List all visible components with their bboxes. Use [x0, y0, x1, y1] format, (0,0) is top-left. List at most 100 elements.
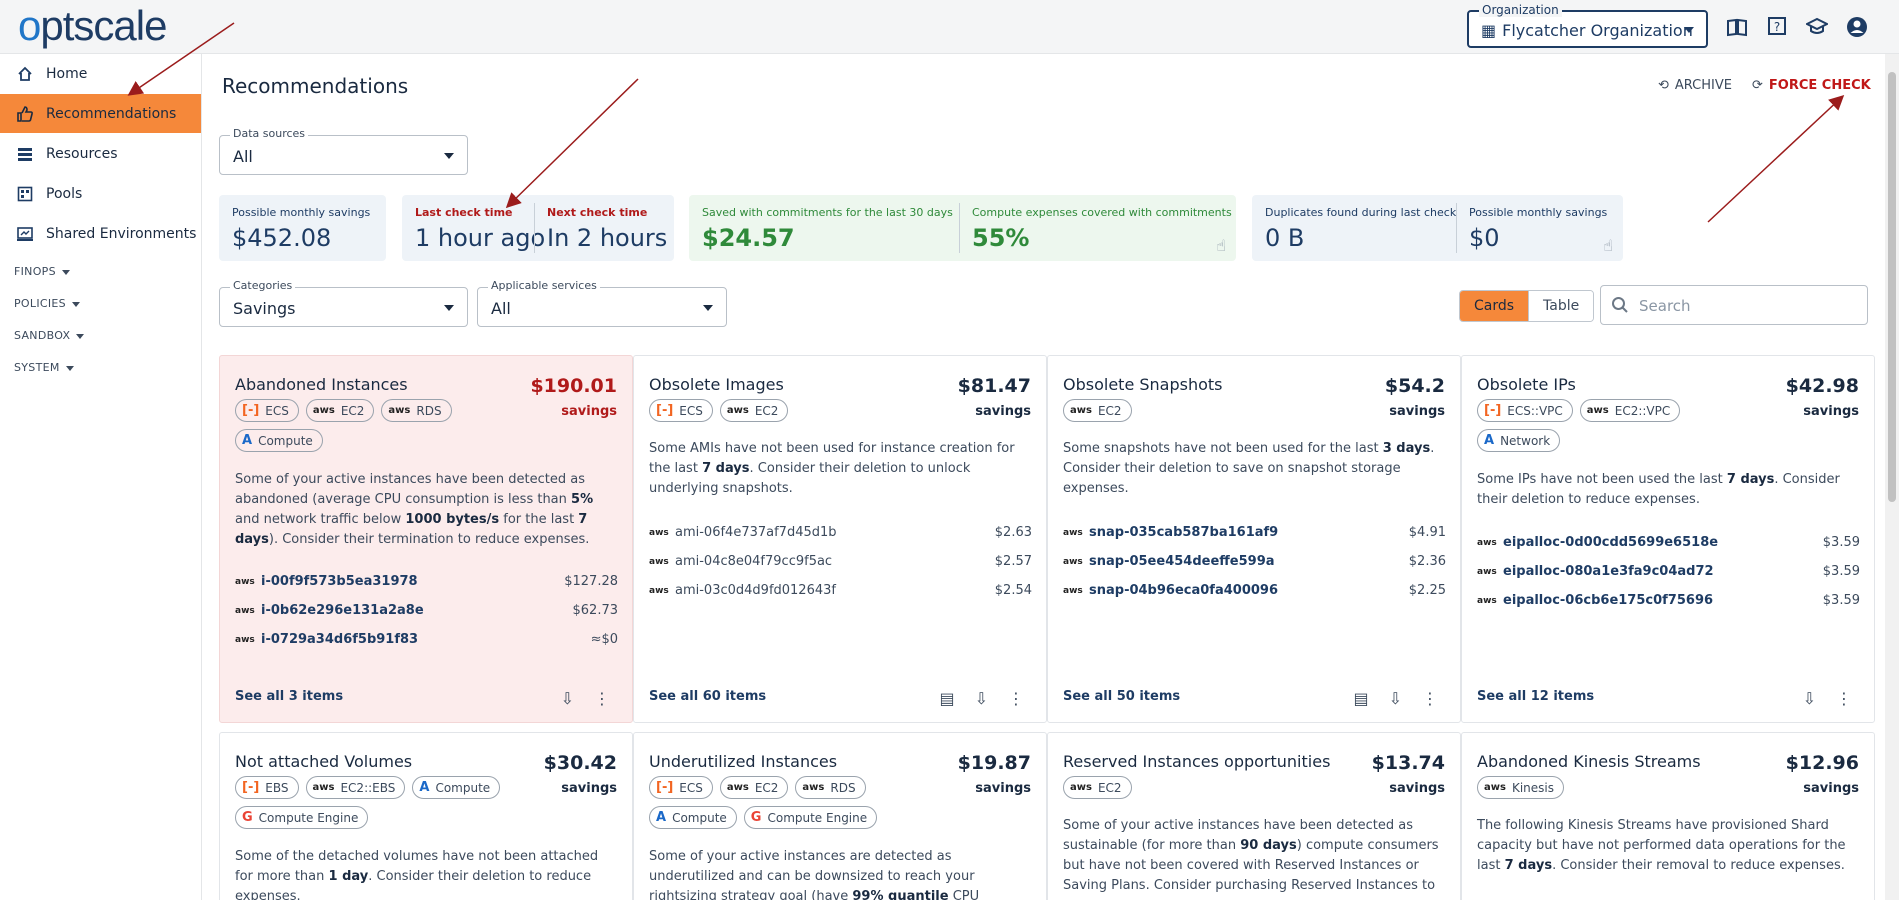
categories-select[interactable]: Categories Savings [219, 279, 468, 327]
resource-row: aws snap-04b96eca0fa400096 $2.25 [1063, 583, 1446, 598]
refresh-icon: ⟳ [1752, 78, 1763, 93]
service-chips: aws Kinesis [1477, 776, 1757, 799]
search-box [1600, 285, 1868, 325]
duplicates-card[interactable]: Duplicates found during last check 0 B P… [1252, 195, 1623, 261]
sidebar-item-shared-environments[interactable]: Shared Environments [0, 214, 201, 253]
organization-select[interactable]: Organization ▦ Flycatcher Organization [1467, 3, 1708, 48]
alibaba-icon: [-] [656, 403, 674, 418]
commitments-covered-value: 55% [972, 224, 1030, 252]
document-icon[interactable]: ▤ [1353, 689, 1368, 708]
applicable-services-select[interactable]: Applicable services All [477, 279, 727, 327]
resource-row: aws snap-05ee454deeffe599a $2.36 [1063, 554, 1446, 569]
card-description: Some IPs have not been used the last 7 d… [1477, 472, 1840, 507]
service-chip: aws Kinesis [1477, 776, 1564, 799]
service-chips: [-] ECS aws EC2 aws RDS A Compute [235, 399, 515, 452]
resource-link[interactable]: i-00f9f573b5ea31978 [261, 574, 418, 589]
resource-link[interactable]: snap-05ee454deeffe599a [1089, 554, 1275, 569]
duplicates-savings-value: $0 [1469, 224, 1500, 252]
page-scrollbar[interactable] [1885, 54, 1899, 900]
resource-row: aws eipalloc-080a1e3fa9c04ad72 $3.59 [1477, 564, 1860, 579]
service-chips: aws EC2 [1063, 399, 1343, 422]
alibaba-icon: [-] [1484, 403, 1502, 418]
service-chips: [-] EBS aws EC2::EBS A Compute G Compute Eng… [235, 776, 535, 829]
sidebar-group-finops[interactable]: FINOPS [14, 265, 70, 278]
card-description: The following Kinesis Streams have provi… [1477, 818, 1846, 873]
recommendation-card-obsolete-ips: Obsolete IPs $42.98 savings [-] ECS::VPC … [1461, 355, 1875, 723]
chevron-down-icon [1684, 27, 1694, 33]
duplicates-value: 0 B [1265, 224, 1305, 252]
cards-view-button[interactable]: Cards [1460, 291, 1529, 321]
card-savings-value: $81.47 [957, 375, 1031, 397]
alibaba-icon: [-] [656, 780, 674, 795]
see-all-link[interactable]: See all 12 items [1477, 689, 1594, 704]
resource-link[interactable]: snap-04b96eca0fa400096 [1089, 583, 1278, 598]
home-icon [14, 63, 36, 85]
service-chip: aws RDS [795, 776, 866, 799]
document-icon[interactable]: ▤ [939, 689, 954, 708]
resource-link[interactable]: eipalloc-0d00cdd5699e6518e [1503, 535, 1718, 550]
account-icon[interactable] [1846, 16, 1868, 38]
download-icon[interactable]: ⇩ [1803, 689, 1816, 708]
pointer-hand-icon: ☝ [1216, 236, 1226, 255]
service-chip: [-] ECS [649, 399, 713, 422]
more-menu-icon[interactable]: ⋮ [1008, 689, 1024, 708]
resource-link[interactable]: eipalloc-080a1e3fa9c04ad72 [1503, 564, 1714, 579]
service-chip: [-] EBS [235, 776, 299, 799]
download-icon[interactable]: ⇩ [975, 689, 988, 708]
search-input[interactable] [1639, 294, 1859, 318]
commitments-saved-value: $24.57 [702, 224, 795, 252]
resource-link[interactable]: eipalloc-06cb6e175c0f75696 [1503, 593, 1713, 608]
download-icon[interactable]: ⇩ [561, 689, 574, 708]
commitments-card[interactable]: Saved with commitments for the last 30 d… [689, 195, 1236, 261]
more-menu-icon[interactable]: ⋮ [1422, 689, 1438, 708]
recommendation-card-reserved-instances: Reserved Instances opportunities $13.74 … [1047, 732, 1461, 900]
sidebar-item-resources[interactable]: Resources [0, 134, 201, 173]
card-description: Some of the detached volumes have not be… [235, 849, 599, 900]
archive-button[interactable]: ⟲ ARCHIVE [1658, 78, 1732, 93]
sidebar-item-recommendations[interactable]: Recommendations [0, 94, 201, 133]
more-menu-icon[interactable]: ⋮ [1836, 689, 1852, 708]
resource-row: aws i-00f9f573b5ea31978 $127.28 [235, 574, 618, 589]
scrollbar-thumb[interactable] [1888, 72, 1896, 502]
sidebar-item-home[interactable]: Home [0, 54, 201, 93]
card-savings-value: $19.87 [957, 752, 1031, 774]
see-all-link[interactable]: See all 50 items [1063, 689, 1180, 704]
resource-row: aws eipalloc-06cb6e175c0f75696 $3.59 [1477, 593, 1860, 608]
service-chip: aws EC2 [1063, 776, 1132, 799]
azure-icon: A [419, 780, 430, 795]
service-chip: G Compute Engine [743, 806, 878, 829]
organization-name: Flycatcher Organization [1502, 21, 1693, 40]
aws-icon: aws [1477, 566, 1497, 577]
aws-icon: aws [726, 782, 749, 793]
service-chip: aws EC2::VPC [1579, 399, 1681, 422]
resource-link[interactable]: i-0729a34d6f5b91f83 [261, 632, 418, 647]
table-view-button[interactable]: Table [1528, 291, 1594, 321]
resource-link[interactable]: i-0b62e296e131a2a8e [261, 603, 424, 618]
optscale-logo[interactable]: optscale [18, 2, 167, 50]
sidebar-group-sandbox[interactable]: SANDBOX [14, 329, 84, 342]
sidebar: Home Recommendations Resources Pools Sha… [0, 54, 202, 900]
more-menu-icon[interactable]: ⋮ [594, 689, 610, 708]
service-chip: aws EC2 [305, 399, 375, 422]
help-icon[interactable]: ? [1766, 16, 1788, 38]
data-sources-select[interactable]: Data sources All [219, 127, 468, 175]
card-savings-value: $13.74 [1371, 752, 1445, 774]
thumbs-up-icon [14, 103, 36, 125]
aws-icon: aws [1063, 556, 1083, 567]
sidebar-item-pools[interactable]: Pools [0, 174, 201, 213]
last-check-value: 1 hour ago [415, 224, 546, 252]
see-all-link[interactable]: See all 60 items [649, 689, 766, 704]
resource-link[interactable]: snap-035cab587ba161af9 [1089, 525, 1278, 540]
download-icon[interactable]: ⇩ [1389, 689, 1402, 708]
service-chip: aws RDS [381, 399, 452, 422]
card-title: Reserved Instances opportunities [1063, 752, 1331, 771]
graduation-cap-icon[interactable] [1804, 16, 1830, 38]
force-check-button[interactable]: ⟳ FORCE CHECK [1752, 78, 1871, 93]
see-all-link[interactable]: See all 3 items [235, 689, 343, 704]
documentation-icon[interactable] [1726, 16, 1748, 38]
sidebar-group-policies[interactable]: POLICIES [14, 297, 80, 310]
alibaba-icon: [-] [242, 780, 260, 795]
sidebar-group-system[interactable]: SYSTEM [14, 361, 74, 374]
resource-list: aws ami-06f4e737af7d45d1b $2.63 aws ami-04c… [649, 518, 1032, 605]
resource-row: aws ami-04c8e04f79cc9f5ac $2.57 [649, 554, 1032, 569]
